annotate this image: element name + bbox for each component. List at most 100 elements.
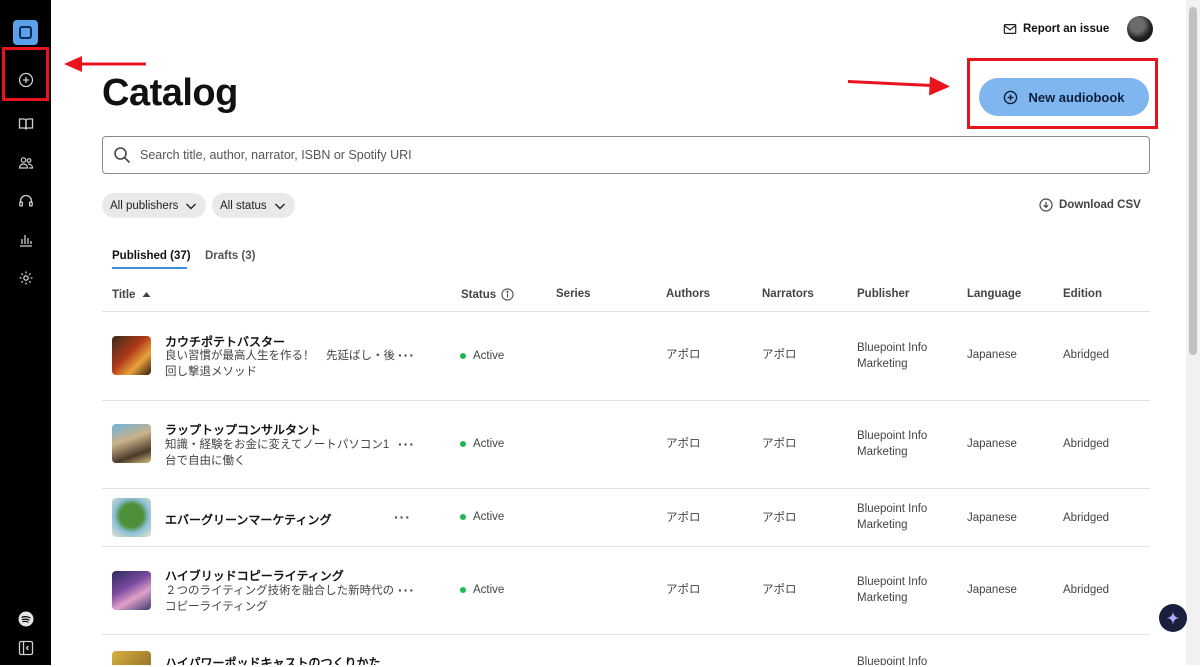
status-dot xyxy=(460,441,466,447)
download-csv-button[interactable]: Download CSV xyxy=(1039,198,1141,212)
publisher-cell: Bluepoint Info xyxy=(857,656,928,665)
publisher-filter[interactable]: All publishers xyxy=(102,193,207,218)
book-cover xyxy=(112,424,151,463)
language-cell: Japanese xyxy=(967,512,1017,524)
status-badge: Active xyxy=(460,350,504,362)
column-header-publisher: Publisher xyxy=(857,288,910,300)
chevron-down-icon xyxy=(186,203,197,209)
spotify-icon xyxy=(18,611,33,627)
mail-icon xyxy=(1003,24,1017,34)
plus-circle-icon xyxy=(1004,90,1018,104)
download-icon xyxy=(1039,198,1053,212)
report-issue-link[interactable]: Report an issue xyxy=(1003,22,1109,36)
status-label: Active xyxy=(473,584,505,596)
status-badge: Active xyxy=(460,584,504,596)
more-options-button[interactable]: ··· xyxy=(398,436,415,452)
settings-nav[interactable] xyxy=(0,259,51,297)
book-cover xyxy=(112,498,151,537)
publisher-cell: Bluepoint Info Marketing xyxy=(857,342,928,370)
bar-chart-icon xyxy=(19,235,32,247)
main-content: Report an issue Catalog New audiobook Al… xyxy=(51,0,1186,665)
publisher-cell: Bluepoint Info Marketing xyxy=(857,576,928,604)
column-status-label: Status xyxy=(461,288,497,301)
book-icon xyxy=(18,118,33,130)
edition-cell: Abridged xyxy=(1063,512,1110,524)
language-cell: Japanese xyxy=(967,349,1017,361)
status-label: Active xyxy=(473,511,505,523)
book-cover xyxy=(112,651,151,665)
publisher-cell: Bluepoint Info Marketing xyxy=(857,503,928,531)
authors-cell: アポロ xyxy=(666,512,701,524)
more-options-button[interactable]: ··· xyxy=(394,509,411,525)
app-logo[interactable] xyxy=(13,20,38,45)
status-badge: Active xyxy=(460,511,504,523)
column-header-language: Language xyxy=(967,288,1022,300)
sidebar-toggle-icon xyxy=(18,640,33,656)
search-icon xyxy=(114,147,131,164)
more-options-button[interactable]: ··· xyxy=(398,582,415,598)
scrollbar[interactable] xyxy=(1186,0,1200,665)
avatar[interactable] xyxy=(1127,16,1153,42)
sort-ascending-icon xyxy=(142,292,151,297)
search-input[interactable] xyxy=(140,148,1040,162)
new-audiobook-label: New audiobook xyxy=(1028,89,1125,105)
tab-drafts[interactable]: Drafts (3) xyxy=(205,250,255,262)
table-row[interactable]: エバーグリーンマーケティング ··· Active アポロ アポロ Bluepo… xyxy=(102,489,1150,547)
language-cell: Japanese xyxy=(967,438,1017,450)
info-icon[interactable] xyxy=(501,288,514,301)
authors-cell: アポロ xyxy=(666,584,701,596)
chevron-down-icon xyxy=(274,203,285,209)
column-header-edition: Edition xyxy=(1063,288,1102,300)
status-dot xyxy=(460,514,466,520)
status-filter[interactable]: All status xyxy=(212,193,295,218)
book-cover xyxy=(112,336,151,375)
book-title: ハイブリッドコピーライティング xyxy=(165,569,344,583)
column-title-label: Title xyxy=(112,288,136,301)
ai-assistant-button[interactable] xyxy=(1159,604,1187,632)
column-header-narrators: Narrators xyxy=(762,288,814,300)
scrollbar-thumb[interactable] xyxy=(1189,7,1197,355)
collapse-sidebar[interactable] xyxy=(0,629,51,667)
report-issue-label: Report an issue xyxy=(1023,23,1110,35)
edition-cell: Abridged xyxy=(1063,438,1110,450)
catalog-nav[interactable] xyxy=(0,105,51,143)
annotation-box-sidebar xyxy=(2,47,49,101)
column-header-title[interactable]: Title xyxy=(112,288,153,301)
narrators-cell: アポロ xyxy=(762,584,797,596)
book-subtitle: 知識・経験をお金に変えてノートパソコン1台で自由に働く xyxy=(165,439,390,467)
narrators-cell: アポロ xyxy=(762,438,797,450)
sparkle-icon xyxy=(1166,611,1180,625)
analytics-nav[interactable] xyxy=(0,221,51,259)
new-audiobook-button[interactable]: New audiobook xyxy=(979,78,1149,116)
column-header-series: Series xyxy=(556,288,591,300)
status-dot xyxy=(460,353,466,359)
more-options-button[interactable]: ··· xyxy=(398,347,415,363)
column-header-status: Status xyxy=(461,288,514,301)
gear-icon xyxy=(19,271,32,285)
table-row[interactable]: ハイパワーポッドキャストのつくりかた Bluepoint Info xyxy=(102,635,1150,665)
table-row[interactable]: ハイブリッドコピーライティング ２つのライティング技術を融合した新時代のコピーラ… xyxy=(102,547,1150,635)
narrators-cell: アポロ xyxy=(762,512,797,524)
people-nav[interactable] xyxy=(0,144,51,182)
page-title: Catalog xyxy=(102,72,238,114)
authors-cell: アポロ xyxy=(666,349,701,361)
search-bar xyxy=(102,136,1150,174)
book-title: ハイパワーポッドキャストのつくりかた xyxy=(165,656,381,665)
status-filter-label: All status xyxy=(220,199,267,212)
table-row[interactable]: カウチポテトバスター 良い習慣が最高人生を作る！ 先延ばし・後回し撃退メソッド … xyxy=(102,312,1150,400)
download-csv-label: Download CSV xyxy=(1059,199,1141,211)
book-subtitle: ２つのライティング技術を融合した新時代のコピーライティング xyxy=(165,585,395,613)
book-title: ラップトップコンサルタント xyxy=(165,423,322,437)
table-row[interactable]: ラップトップコンサルタント 知識・経験をお金に変えてノートパソコン1台で自由に働… xyxy=(102,401,1150,489)
status-label: Active xyxy=(473,350,505,362)
edition-cell: Abridged xyxy=(1063,584,1110,596)
language-cell: Japanese xyxy=(967,584,1017,596)
status-badge: Active xyxy=(460,438,504,450)
support-nav[interactable] xyxy=(0,182,51,220)
annotation-arrow-right-icon xyxy=(847,76,950,96)
headset-icon xyxy=(18,194,33,207)
column-header-authors: Authors xyxy=(666,288,711,300)
tab-published[interactable]: Published (37) xyxy=(112,250,191,262)
status-label: Active xyxy=(473,438,505,450)
book-title: エバーグリーンマーケティング xyxy=(165,513,332,527)
